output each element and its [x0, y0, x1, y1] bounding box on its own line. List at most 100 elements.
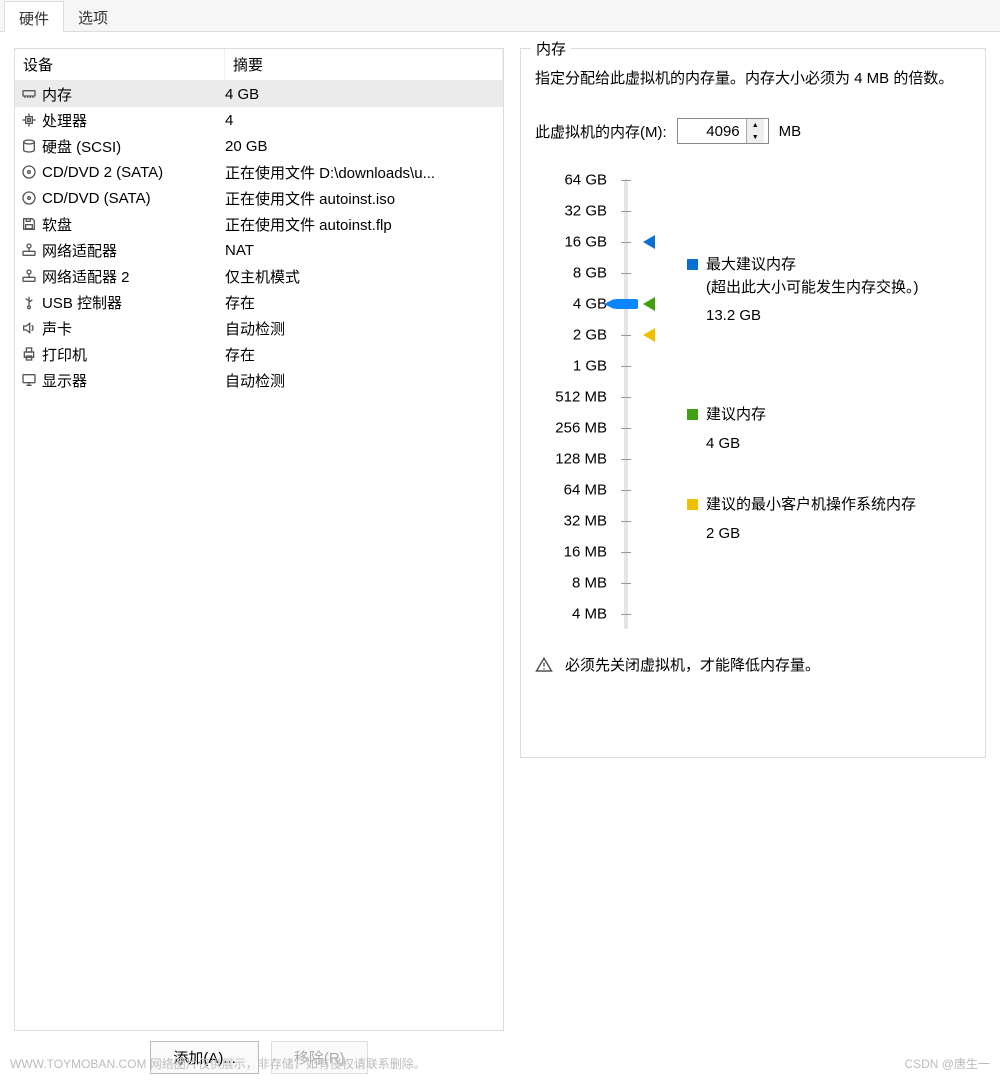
- memory-input[interactable]: [678, 119, 746, 143]
- memory-slider[interactable]: [613, 174, 639, 634]
- device-summary: 正在使用文件 autoinst.iso: [225, 188, 497, 209]
- slider-tick-label: 128 MB: [555, 451, 607, 468]
- spin-up-button[interactable]: ▲: [747, 119, 764, 131]
- hardware-row[interactable]: 打印机 存在: [15, 341, 503, 367]
- cpu-icon: [21, 112, 37, 128]
- device-summary: 4 GB: [225, 86, 497, 103]
- device-name: CD/DVD 2 (SATA): [42, 164, 163, 181]
- hardware-row[interactable]: CD/DVD (SATA) 正在使用文件 autoinst.iso: [15, 185, 503, 211]
- legend-value: 2 GB: [706, 523, 971, 546]
- device-summary: 自动检测: [225, 370, 497, 391]
- device-name: 打印机: [42, 344, 87, 365]
- memory-unit: MB: [779, 123, 802, 140]
- device-name: 显示器: [42, 370, 87, 391]
- memory-legend-rec: 建议内存 4 GB: [687, 404, 971, 455]
- network-icon: [21, 268, 37, 284]
- legend-value: 4 GB: [706, 433, 971, 456]
- device-name: 声卡: [42, 318, 72, 339]
- usb-icon: [21, 294, 37, 310]
- device-summary: 正在使用文件 autoinst.flp: [225, 214, 497, 235]
- memory-spinbox[interactable]: ▲ ▼: [677, 118, 769, 144]
- slider-tick-labels: 64 GB 32 GB 16 GB 8 GB 4 GB 2 GB 1 GB 512 MB 256…: [535, 174, 613, 634]
- slider-tick-label: 512 MB: [555, 389, 607, 406]
- square-blue-icon: [687, 259, 698, 270]
- sound-icon: [21, 320, 37, 336]
- slider-tick-label: 64 MB: [564, 482, 607, 499]
- slider-tick-label: 32 GB: [564, 203, 607, 220]
- slider-handle[interactable]: [614, 299, 638, 309]
- device-summary: 仅主机模式: [225, 266, 497, 287]
- device-summary: NAT: [225, 242, 497, 259]
- legend-label: 建议的最小客户机操作系统内存: [706, 496, 916, 513]
- device-summary: 自动检测: [225, 318, 497, 339]
- page-footer: WWW.TOYMOBAN.COM 网络图片仅供展示，非存储，如有侵权请联系删除。…: [0, 1055, 1000, 1072]
- hardware-row[interactable]: USB 控制器 存在: [15, 289, 503, 315]
- hardware-row[interactable]: 声卡 自动检测: [15, 315, 503, 341]
- cd-icon: [21, 190, 37, 206]
- device-name: USB 控制器: [42, 292, 122, 313]
- slider-tick-label: 8 MB: [572, 575, 607, 592]
- slider-marker-max: [643, 235, 655, 249]
- slider-tick-label: 2 GB: [573, 327, 607, 344]
- disk-icon: [21, 138, 37, 154]
- cd-icon: [21, 164, 37, 180]
- slider-tick-label: 64 GB: [564, 172, 607, 189]
- hardware-row[interactable]: 内存 4 GB: [15, 81, 503, 107]
- hardware-row[interactable]: 显示器 自动检测: [15, 367, 503, 393]
- memory-input-label: 此虚拟机的内存(M):: [535, 121, 667, 142]
- memory-description: 指定分配给此虚拟机的内存量。内存大小必须为 4 MB 的倍数。: [535, 67, 971, 90]
- legend-label: 建议内存: [706, 406, 766, 423]
- display-icon: [21, 372, 37, 388]
- printer-icon: [21, 346, 37, 362]
- spin-down-button[interactable]: ▼: [747, 131, 764, 143]
- hardware-row[interactable]: 网络适配器 2 仅主机模式: [15, 263, 503, 289]
- memory-legend-max: 最大建议内存(超出此大小可能发生内存交换。)13.2 GB: [687, 254, 971, 328]
- device-summary: 20 GB: [225, 138, 497, 155]
- header-summary: 摘要: [225, 49, 503, 80]
- legend-value: 13.2 GB: [706, 305, 971, 328]
- hardware-row[interactable]: 处理器 4: [15, 107, 503, 133]
- hardware-row[interactable]: 网络适配器 NAT: [15, 237, 503, 263]
- device-summary: 4: [225, 112, 497, 129]
- header-device: 设备: [15, 49, 225, 80]
- slider-tick-label: 4 MB: [572, 606, 607, 623]
- hardware-list-panel: 设备 摘要 内存 4 GB 处理器 4 硬盘 (SCSI) 20 GB CD/D…: [14, 48, 504, 1031]
- device-name: 处理器: [42, 110, 87, 131]
- slider-tick-label: 8 GB: [573, 265, 607, 282]
- square-yellow-icon: [687, 499, 698, 510]
- warning-text: 必须先关闭虚拟机，才能降低内存量。: [565, 654, 820, 675]
- legend-label: 最大建议内存: [706, 256, 796, 273]
- slider-tick-label: 16 MB: [564, 544, 607, 561]
- slider-tick-label: 1 GB: [573, 358, 607, 375]
- tab-hardware[interactable]: 硬件: [4, 1, 64, 32]
- memory-icon: [21, 86, 37, 102]
- slider-marker-min: [643, 328, 655, 342]
- slider-markers: [639, 174, 669, 634]
- device-name: 内存: [42, 84, 72, 105]
- memory-markers-legend: 最大建议内存(超出此大小可能发生内存交换。)13.2 GB 建议内存 4 GB 建议的…: [669, 174, 971, 634]
- footer-right: CSDN @唐生一: [904, 1055, 990, 1072]
- hardware-row[interactable]: 软盘 正在使用文件 autoinst.flp: [15, 211, 503, 237]
- tab-bar: 硬件 选项: [0, 0, 1000, 32]
- device-name: 网络适配器 2: [42, 266, 130, 287]
- device-summary: 存在: [225, 292, 497, 313]
- warning-icon: [535, 656, 553, 674]
- memory-fieldset: 内存 指定分配给此虚拟机的内存量。内存大小必须为 4 MB 的倍数。 此虚拟机的…: [520, 48, 986, 758]
- device-name: 软盘: [42, 214, 72, 235]
- hardware-list-header: 设备 摘要: [15, 49, 503, 81]
- hardware-row[interactable]: 硬盘 (SCSI) 20 GB: [15, 133, 503, 159]
- floppy-icon: [21, 216, 37, 232]
- device-name: 网络适配器: [42, 240, 117, 261]
- network-icon: [21, 242, 37, 258]
- footer-left: WWW.TOYMOBAN.COM 网络图片仅供展示，非存储，如有侵权请联系删除。: [10, 1055, 426, 1072]
- square-green-icon: [687, 409, 698, 420]
- device-summary: 正在使用文件 D:\downloads\u...: [225, 162, 497, 183]
- slider-tick-label: 4 GB: [573, 296, 607, 313]
- memory-legend-min: 建议的最小客户机操作系统内存 2 GB: [687, 494, 971, 545]
- slider-tick-label: 16 GB: [564, 234, 607, 251]
- slider-tick-label: 256 MB: [555, 420, 607, 437]
- hardware-row[interactable]: CD/DVD 2 (SATA) 正在使用文件 D:\downloads\u...: [15, 159, 503, 185]
- tab-options[interactable]: 选项: [64, 1, 122, 32]
- device-name: CD/DVD (SATA): [42, 190, 151, 207]
- slider-marker-rec: [643, 297, 655, 311]
